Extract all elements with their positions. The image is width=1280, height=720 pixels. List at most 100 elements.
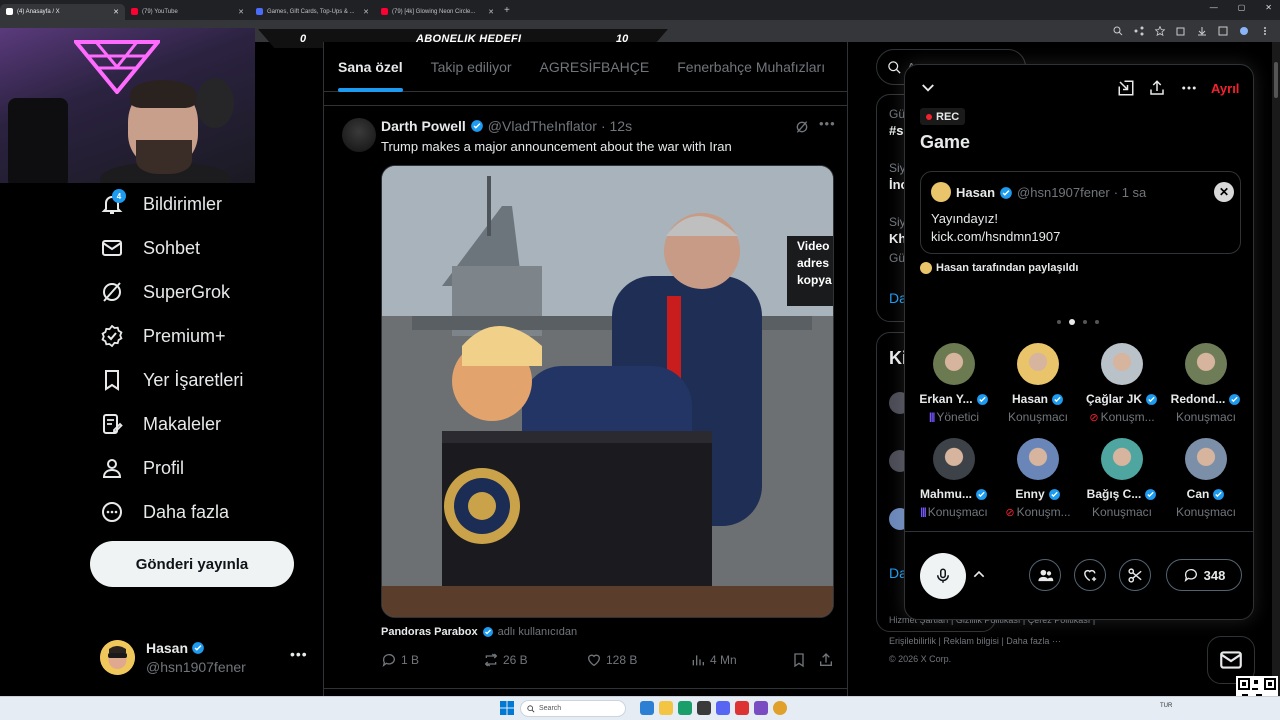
speaker[interactable]: Bağış C... Konuşmacı: [1080, 438, 1164, 528]
minimize-space-icon[interactable]: [1117, 79, 1135, 97]
account-switcher[interactable]: Hasan @hsn1907fener •••: [100, 638, 310, 678]
comments-button[interactable]: 348: [1166, 559, 1242, 591]
scrollbar-thumb[interactable]: [1274, 62, 1278, 98]
clip-button[interactable]: [1119, 559, 1151, 591]
tweet-avatar[interactable]: [342, 118, 376, 152]
minimize-button[interactable]: —: [1210, 3, 1218, 12]
tweet-author-name[interactable]: Darth Powell: [381, 118, 466, 134]
reaction-button[interactable]: [1074, 559, 1106, 591]
browser-tab-neon[interactable]: (79) [4k] Glowing Neon Circle... ✕: [375, 4, 500, 20]
participants-button[interactable]: [1029, 559, 1061, 591]
collapse-chevron-icon[interactable]: [919, 79, 937, 97]
speaker[interactable]: Çağlar JK ⊘ Konuşm...: [1080, 343, 1164, 433]
pager-dot[interactable]: [1083, 320, 1087, 324]
tweet-more-icon[interactable]: •••: [819, 116, 836, 131]
tweet-time[interactable]: · 12s: [601, 118, 632, 134]
nav-item-chat[interactable]: Sohbet: [100, 233, 200, 263]
taskbar-search[interactable]: Search: [520, 700, 626, 717]
close-window-button[interactable]: ✕: [1265, 3, 1272, 12]
more-icon[interactable]: [1180, 79, 1198, 97]
post-button[interactable]: Gönderi yayınla: [90, 541, 294, 587]
app-icon[interactable]: [735, 701, 749, 715]
nav-item-more[interactable]: Daha fazla: [100, 497, 229, 527]
attribution-suffix: adlı kullanıcıdan: [497, 626, 578, 638]
close-icon[interactable]: ✕: [1214, 182, 1234, 202]
nav-item-bookmarks[interactable]: Yer İşaretleri: [100, 365, 243, 395]
windows-start-icon[interactable]: [500, 701, 514, 715]
speaker[interactable]: Erkan Y... ||| Yönetici: [912, 343, 996, 433]
chevron-up-icon[interactable]: [971, 566, 987, 582]
tooltip-line: kopya: [797, 273, 832, 287]
account-more-icon[interactable]: •••: [290, 646, 308, 662]
close-tab-icon[interactable]: ✕: [363, 8, 369, 16]
views-button[interactable]: 4 Mn: [690, 652, 737, 668]
nav-item-notifications[interactable]: 4 Bildirimler: [100, 189, 222, 219]
download-icon[interactable]: [1197, 26, 1207, 36]
chrome-icon[interactable]: [773, 701, 787, 715]
browser-tab-x[interactable]: (4) Anasayfa / X ✕: [0, 3, 125, 20]
edge-icon[interactable]: [678, 701, 692, 715]
tweet-author-handle[interactable]: @VladTheInflator: [488, 118, 597, 134]
more-circle-icon: [102, 502, 122, 522]
bookmark-button[interactable]: [791, 652, 807, 668]
leave-button[interactable]: Ayrıl: [1211, 81, 1239, 96]
menu-icon[interactable]: [1260, 26, 1270, 36]
attribution-name[interactable]: Pandoras Parabox: [381, 626, 478, 638]
microphone-button[interactable]: [920, 553, 966, 599]
zoom-icon[interactable]: [1113, 26, 1123, 36]
tweet[interactable]: Darth Powell @VladTheInflator · 12s ••• …: [324, 106, 847, 696]
share-button[interactable]: [818, 652, 834, 668]
tab-agresifbahce[interactable]: AGRESİFBAHÇE: [540, 42, 650, 92]
profile-icon[interactable]: [1239, 26, 1249, 36]
footer-link[interactable]: Reklam bilgisi: [943, 636, 999, 646]
reading-list-icon[interactable]: [1218, 26, 1228, 36]
speaker[interactable]: Redond... Konuşmacı: [1164, 343, 1248, 433]
close-tab-icon[interactable]: ✕: [113, 8, 119, 16]
pager-dot[interactable]: [1057, 320, 1061, 324]
nav-item-premium[interactable]: Premium+: [100, 321, 226, 351]
close-tab-icon[interactable]: ✕: [238, 8, 244, 16]
extensions-icon[interactable]: [1176, 26, 1186, 36]
maximize-button[interactable]: ▢: [1238, 3, 1246, 12]
tab-fenerbahce-muhafizlari[interactable]: Fenerbahçe Muhafızları: [677, 42, 825, 92]
close-tab-icon[interactable]: ✕: [488, 8, 494, 16]
pager-dot[interactable]: [1095, 320, 1099, 324]
speaker[interactable]: Enny ⊘ Konuşm...: [996, 438, 1080, 528]
share-icon[interactable]: [1148, 79, 1166, 97]
rec-dot-icon: [926, 113, 932, 120]
pager-dot-active[interactable]: [1069, 319, 1075, 325]
file-explorer-icon[interactable]: [659, 701, 673, 715]
app-icon[interactable]: [754, 701, 768, 715]
speaker[interactable]: Hasan Konuşmacı: [996, 343, 1080, 433]
reply-button[interactable]: 1 B: [381, 652, 419, 668]
star-icon[interactable]: [1155, 26, 1165, 36]
speaker[interactable]: Mahmu... ||| Konuşmacı: [912, 438, 996, 528]
speaker[interactable]: Can Konuşmacı: [1164, 438, 1248, 528]
grok-icon[interactable]: [794, 119, 810, 135]
grok-icon: [103, 282, 121, 302]
page-scrollbar[interactable]: [1272, 42, 1280, 696]
nav-item-articles[interactable]: Makaleler: [100, 409, 221, 439]
discord-icon[interactable]: [716, 701, 730, 715]
tweet-media-image[interactable]: Video adres kopya: [381, 165, 834, 618]
trend-title[interactable]: #s: [889, 123, 903, 138]
footer-link[interactable]: Erişilebilirlik: [889, 636, 936, 646]
browser-tab-games[interactable]: Games, Gift Cards, Top-Ups & ... ✕: [250, 4, 375, 20]
footer-link[interactable]: Daha fazla ···: [1006, 636, 1061, 646]
repost-button[interactable]: 26 B: [483, 652, 528, 668]
pinned-post-card[interactable]: Hasan @hsn1907fener · 1 sa ✕ Yayındayız!…: [920, 171, 1241, 254]
tab-for-you[interactable]: Sana özel: [338, 42, 403, 92]
pinned-link[interactable]: kick.com/hsndmn1907: [931, 229, 1060, 244]
new-tab-button[interactable]: +: [504, 5, 510, 16]
nav-item-profile[interactable]: Profil: [100, 453, 184, 483]
pinned-author-handle: @hsn1907fener: [1017, 185, 1110, 200]
nav-item-supergrok[interactable]: SuperGrok: [100, 277, 230, 307]
like-button[interactable]: 128 B: [586, 652, 637, 668]
browser-tab-youtube[interactable]: (79) YouTube ✕: [125, 4, 250, 20]
tray-language[interactable]: TUR: [1160, 703, 1172, 709]
media-attribution[interactable]: Pandoras Parabox adlı kullanıcıdan: [381, 626, 577, 638]
app-icon[interactable]: [697, 701, 711, 715]
task-view-icon[interactable]: [640, 701, 654, 715]
share-icon[interactable]: [1134, 26, 1144, 36]
tab-following[interactable]: Takip ediliyor: [431, 42, 512, 92]
